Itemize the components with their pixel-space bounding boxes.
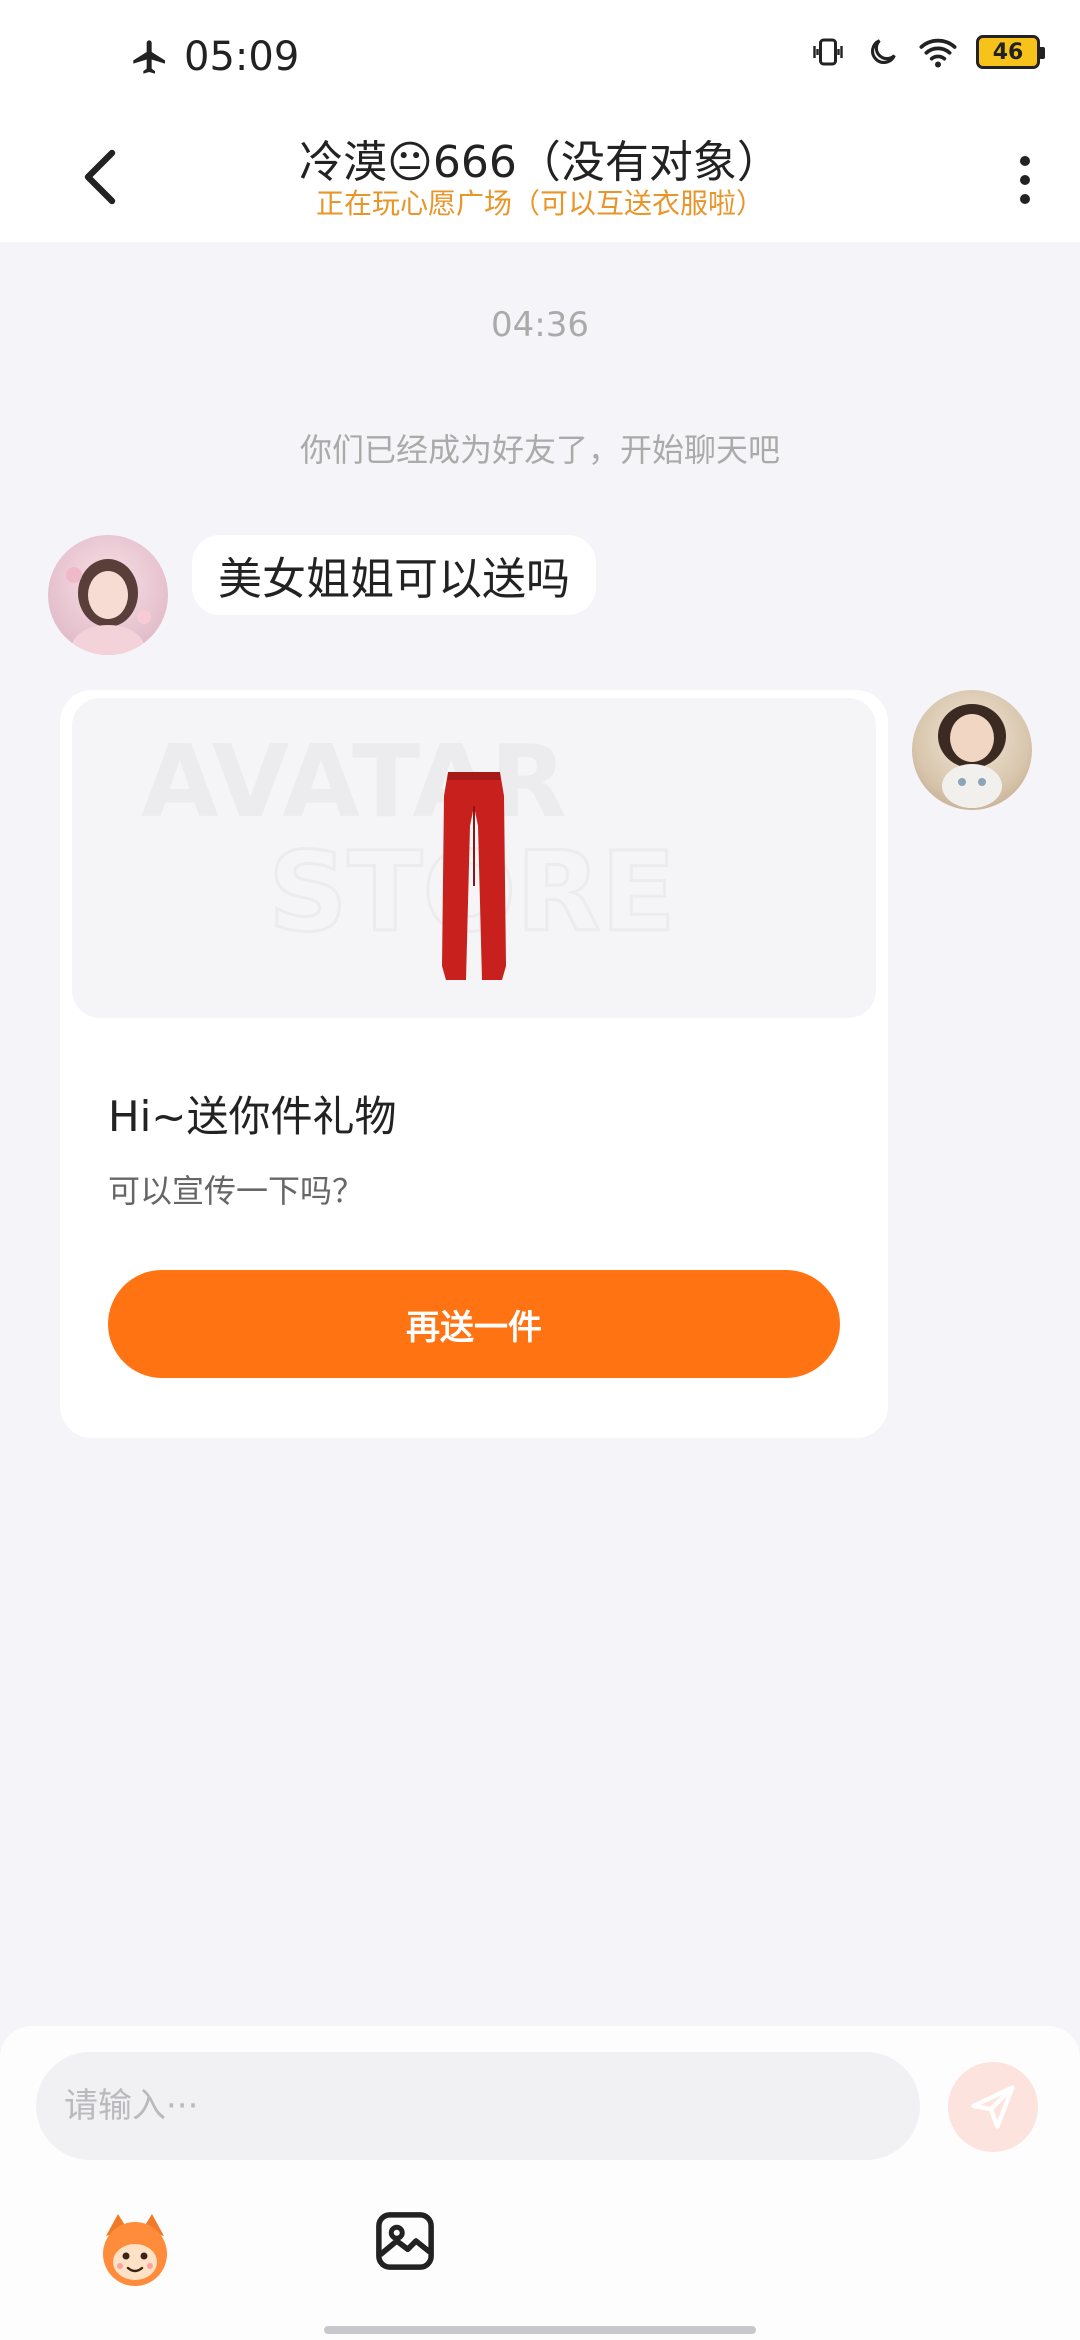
status-time-group: 05:09 — [130, 34, 299, 80]
wifi-icon — [919, 38, 957, 68]
gift-description: 可以宣传一下吗？ — [108, 1172, 365, 1210]
contact-name: 冷漠😐666（没有对象） — [299, 137, 781, 188]
more-vertical-icon — [1020, 156, 1030, 166]
send-button[interactable] — [948, 2062, 1038, 2152]
emoji-mascot-icon — [103, 2214, 167, 2286]
contact-avatar[interactable] — [48, 535, 168, 655]
more-options-button[interactable] — [1000, 140, 1050, 220]
incoming-message-text: 美女姐姐可以送吗 — [218, 554, 570, 605]
input-area — [0, 2026, 1080, 2340]
incoming-message-bubble[interactable]: 美女姐姐可以送吗 — [192, 535, 596, 615]
status-bar: 05:09 46 — [0, 0, 1080, 120]
send-another-gift-label: 再送一件 — [406, 1307, 542, 1348]
more-dot — [1020, 175, 1030, 185]
image-button[interactable] — [372, 2208, 438, 2274]
avatar — [66, 559, 151, 655]
avatar — [938, 704, 1006, 808]
my-avatar[interactable] — [912, 690, 1032, 810]
image-icon — [376, 2212, 434, 2270]
time-divider: 04:36 — [491, 305, 589, 345]
battery-level: 46 — [992, 39, 1024, 65]
system-message: 你们已经成为好友了，开始聊天吧 — [299, 431, 780, 469]
battery-indicator: 46 — [976, 35, 1045, 69]
status-icons: 46 — [808, 34, 1045, 70]
contact-status: 正在玩心愿广场（可以互送衣服啦） — [315, 187, 764, 220]
emoji-button[interactable] — [92, 2206, 178, 2292]
vibrate-icon — [813, 38, 843, 66]
send-icon — [971, 2085, 1015, 2129]
chevron-left-icon — [84, 149, 116, 205]
status-time: 05:09 — [184, 34, 300, 80]
red-pants-icon — [442, 772, 506, 980]
gift-card[interactable]: AVATAR STORE Hi~送你件礼物 可以宣传一下吗？ 再送一件 — [60, 690, 888, 1438]
moon-icon — [871, 39, 896, 64]
back-button[interactable] — [70, 142, 130, 212]
home-indicator[interactable] — [324, 2326, 756, 2334]
gift-item-image[interactable]: AVATAR STORE — [72, 698, 876, 1018]
more-dot — [1020, 194, 1030, 204]
gift-title: Hi~送你件礼物 — [108, 1092, 397, 1141]
chat-header: 冷漠😐666（没有对象） 正在玩心愿广场（可以互送衣服啦） — [0, 120, 1080, 242]
message-input[interactable] — [36, 2052, 920, 2160]
send-another-gift-button[interactable]: 再送一件 — [108, 1270, 840, 1378]
airplane-icon — [133, 40, 165, 74]
